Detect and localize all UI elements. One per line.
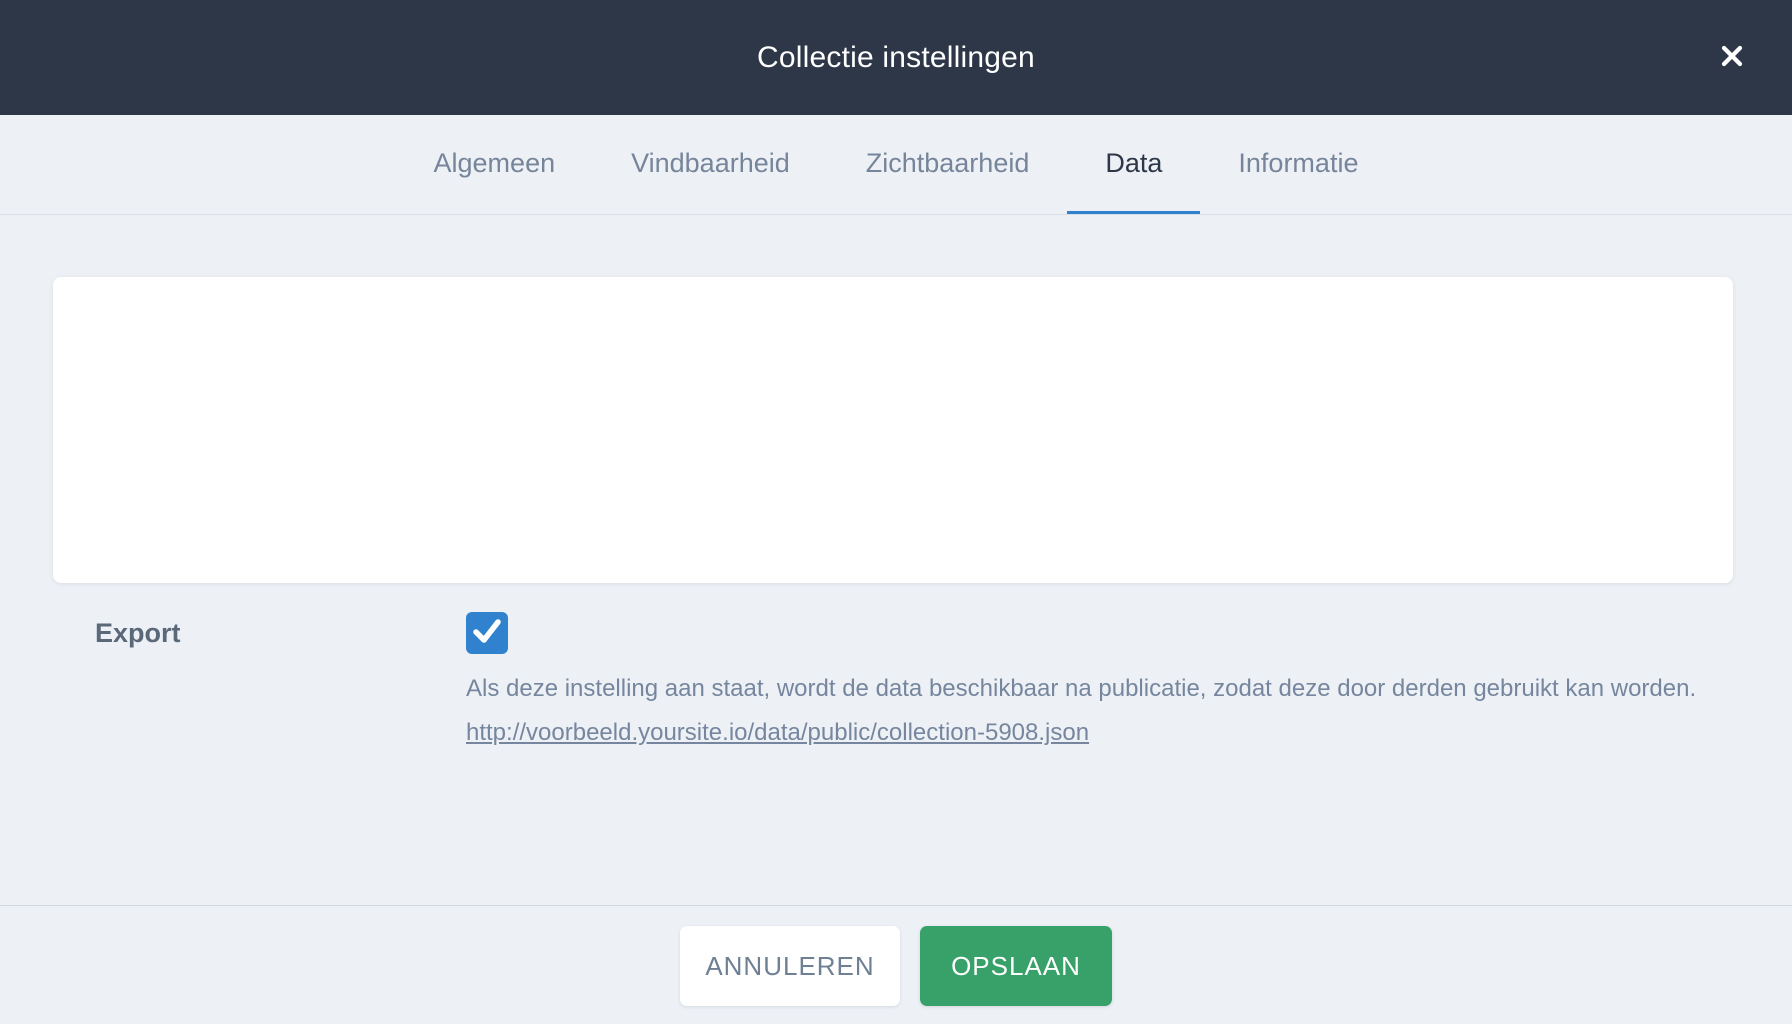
export-setting-body: Als deze instelling aan staat, wordt de … [466, 669, 1751, 753]
cancel-button[interactable]: ANNULEREN [680, 926, 900, 1006]
tab-vindbaarheid[interactable]: Vindbaarheid [593, 115, 828, 214]
save-button[interactable]: OPSLAAN [920, 926, 1112, 1006]
export-setting-label: Export [95, 613, 181, 653]
modal-title: Collectie instellingen [757, 41, 1035, 75]
export-url-link[interactable]: http://voorbeeld.yoursite.io/data/public… [466, 713, 1089, 753]
tab-data[interactable]: Data [1067, 115, 1200, 214]
close-button[interactable] [1708, 33, 1756, 81]
modal-header: Collectie instellingen [0, 0, 1792, 115]
settings-card: Export Als deze instelling aan staat, wo… [53, 277, 1733, 583]
tab-algemeen[interactable]: Algemeen [396, 115, 594, 214]
export-description: Als deze instelling aan staat, wordt de … [466, 669, 1751, 709]
footer-divider [0, 905, 1792, 906]
tab-informatie[interactable]: Informatie [1200, 115, 1396, 214]
export-checkbox[interactable] [466, 612, 508, 654]
close-x-icon [1719, 43, 1745, 72]
tab-zichtbaarheid[interactable]: Zichtbaarheid [828, 115, 1068, 214]
tab-bar: Algemeen Vindbaarheid Zichtbaarheid Data… [0, 115, 1792, 215]
checkmark-icon [466, 610, 508, 657]
